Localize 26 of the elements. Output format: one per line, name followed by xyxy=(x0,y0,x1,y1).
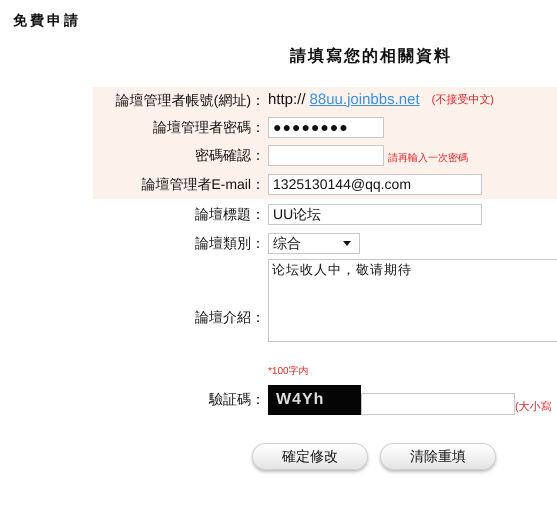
captcha-image: W4Yh xyxy=(268,385,361,415)
password-field[interactable] xyxy=(268,145,384,166)
form-button[interactable]: 清除重填 xyxy=(380,443,496,470)
form-title: 請填寫您的相關資料 xyxy=(290,46,453,67)
field-label: 論壇管理者E-mail： xyxy=(141,174,265,194)
category-dropdown[interactable]: 综合 xyxy=(268,232,360,254)
field-label: 驗証碼： xyxy=(209,390,265,409)
field-label: 論壇標題： xyxy=(195,204,265,224)
note-text: *100字内 xyxy=(268,364,310,379)
field-label: 論壇類別： xyxy=(195,234,265,252)
text-area[interactable]: 论坛收人中，敬请期待 xyxy=(268,259,557,342)
field-label: 密碼確認： xyxy=(195,146,265,164)
form-button[interactable]: 確定修改 xyxy=(252,443,368,470)
note-text: 請再輸入一次密碼 xyxy=(388,152,468,166)
field-label: 論壇介紹： xyxy=(195,308,265,327)
password-field[interactable]: ●●●●●●●● xyxy=(268,117,384,138)
caret-icon xyxy=(343,240,351,246)
field-label: 論壇管理者帳號(網址)： xyxy=(116,90,265,110)
text-field[interactable]: 1325130144@qq.com xyxy=(268,174,482,194)
note-text: (不接受中文) xyxy=(432,92,494,108)
field-label: 論壇管理者密碼： xyxy=(153,118,265,136)
captcha-field[interactable] xyxy=(361,393,515,415)
page-title: 免費申請 xyxy=(13,11,81,30)
text-field[interactable]: UU论坛 xyxy=(268,204,482,224)
note-text: (大小寫 xyxy=(515,400,552,414)
url-prefix: http:// xyxy=(268,90,306,110)
